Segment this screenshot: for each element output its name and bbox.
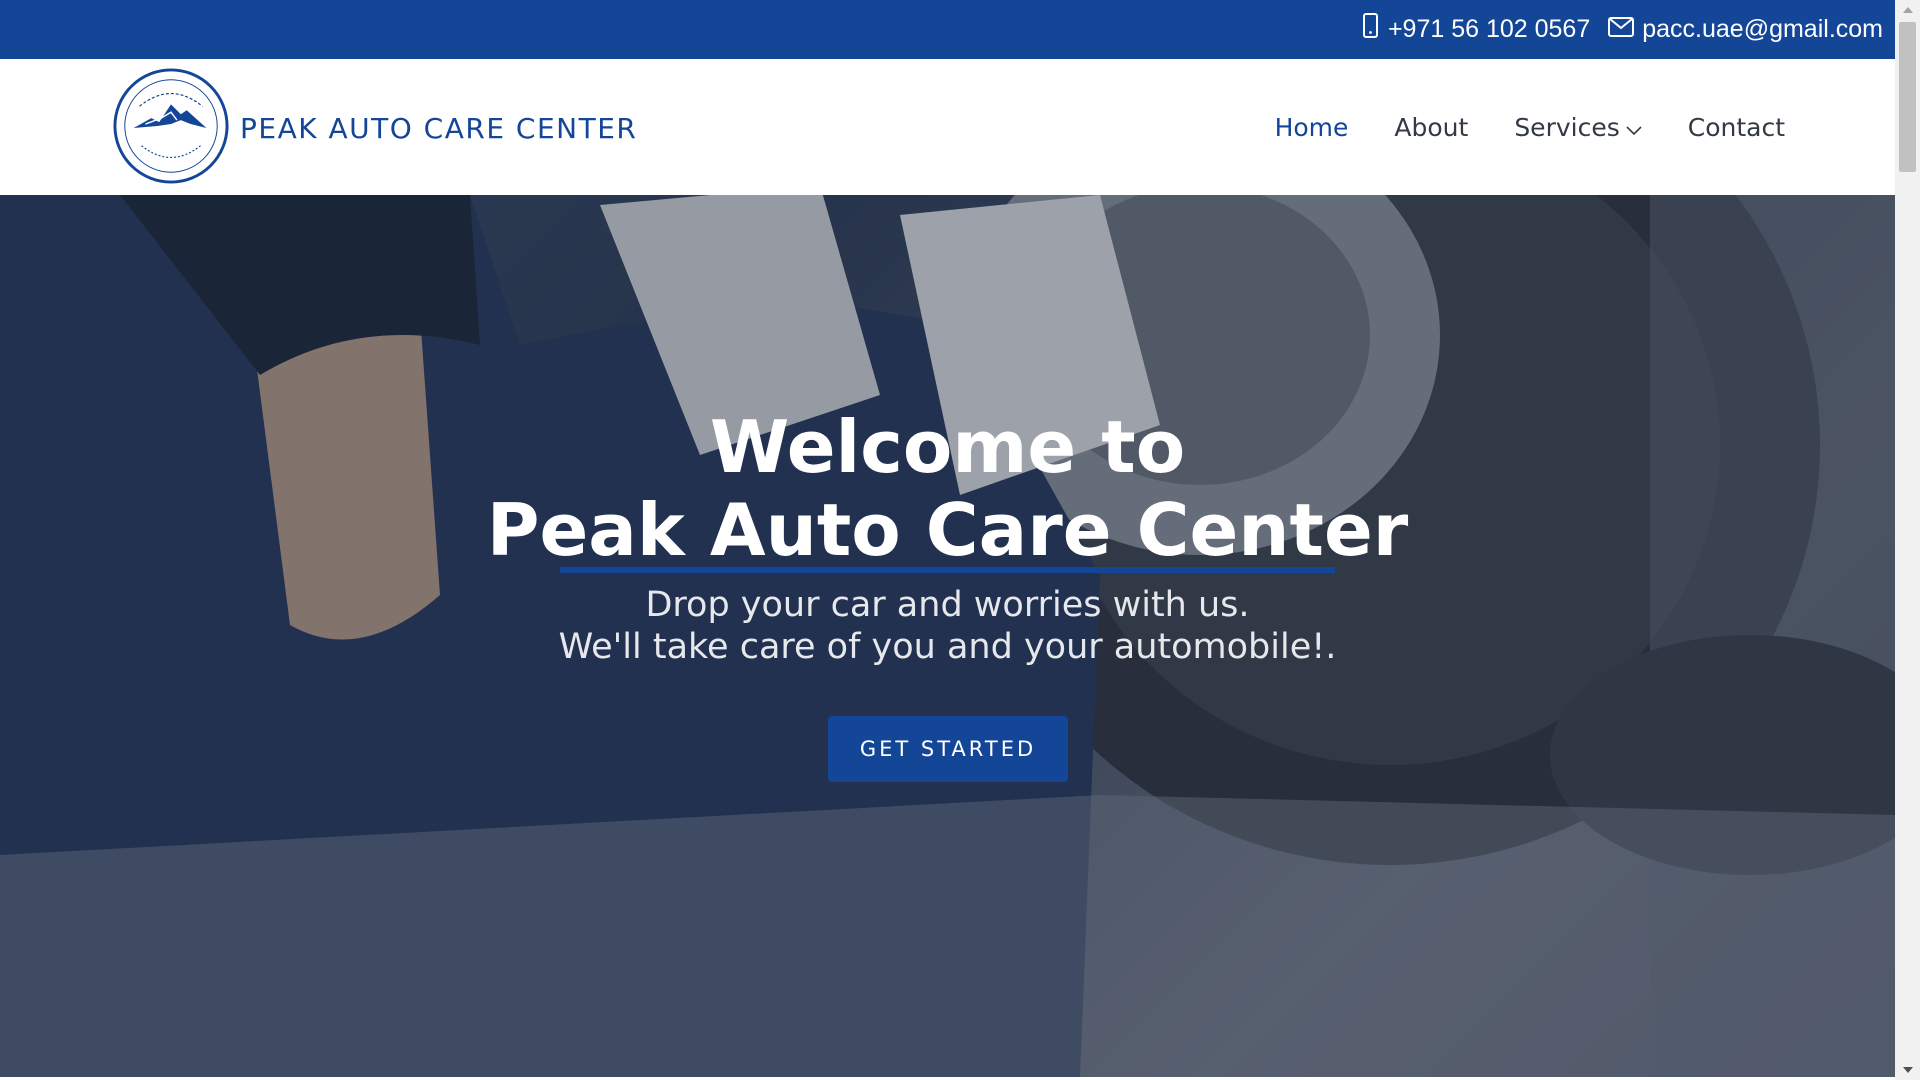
envelope-icon: [1608, 15, 1642, 44]
nav-about-label: About: [1394, 112, 1469, 142]
nav-home[interactable]: Home: [1275, 113, 1349, 142]
nav-contact[interactable]: Contact: [1688, 113, 1785, 142]
hero-subtitle-line1: Drop your car and worries with us.: [645, 585, 1250, 625]
hero-title-line1: Welcome to: [709, 405, 1186, 489]
hero-title-line2: Peak Auto Care Center: [486, 488, 1409, 572]
nav-home-label: Home: [1274, 112, 1349, 142]
chevron-down-icon: [1620, 113, 1642, 142]
hero-section: Welcome to Peak Auto Care Center Drop yo…: [0, 195, 1895, 1077]
page-scrollbar[interactable]: [1895, 0, 1920, 1080]
scrollbar-thumb[interactable]: [1899, 22, 1916, 172]
email-contact[interactable]: pacc.uae@gmail.com: [1608, 15, 1883, 44]
main-nav: Home About Services Contact: [1229, 59, 1785, 195]
nav-services-label: Services: [1514, 112, 1620, 142]
brand-link[interactable]: PEAK AUTO CARE CENTER: [112, 67, 637, 190]
nav-services[interactable]: Services: [1514, 112, 1642, 142]
nav-about[interactable]: About: [1394, 113, 1468, 142]
scroll-up-arrow-icon[interactable]: [1895, 0, 1920, 20]
top-contact-bar: +971 56 102 0567 pacc.uae@gmail.com: [0, 0, 1895, 59]
get-started-button[interactable]: GET STARTED: [828, 716, 1068, 782]
hero-subtitle-line2: We'll take care of you and your automobi…: [558, 627, 1337, 667]
email-address: pacc.uae@gmail.com: [1642, 15, 1883, 43]
brand-name: PEAK AUTO CARE CENTER: [240, 112, 638, 145]
mobile-phone-icon: [1362, 13, 1388, 46]
site-header: PEAK AUTO CARE CENTER Home About Service…: [0, 59, 1895, 195]
company-logo: [112, 67, 230, 190]
phone-contact[interactable]: +971 56 102 0567: [1362, 13, 1590, 46]
hero-title-underline: [560, 567, 1335, 573]
nav-contact-label: Contact: [1687, 112, 1785, 142]
scroll-down-arrow-icon[interactable]: [1895, 1060, 1920, 1080]
phone-number: +971 56 102 0567: [1387, 15, 1591, 43]
